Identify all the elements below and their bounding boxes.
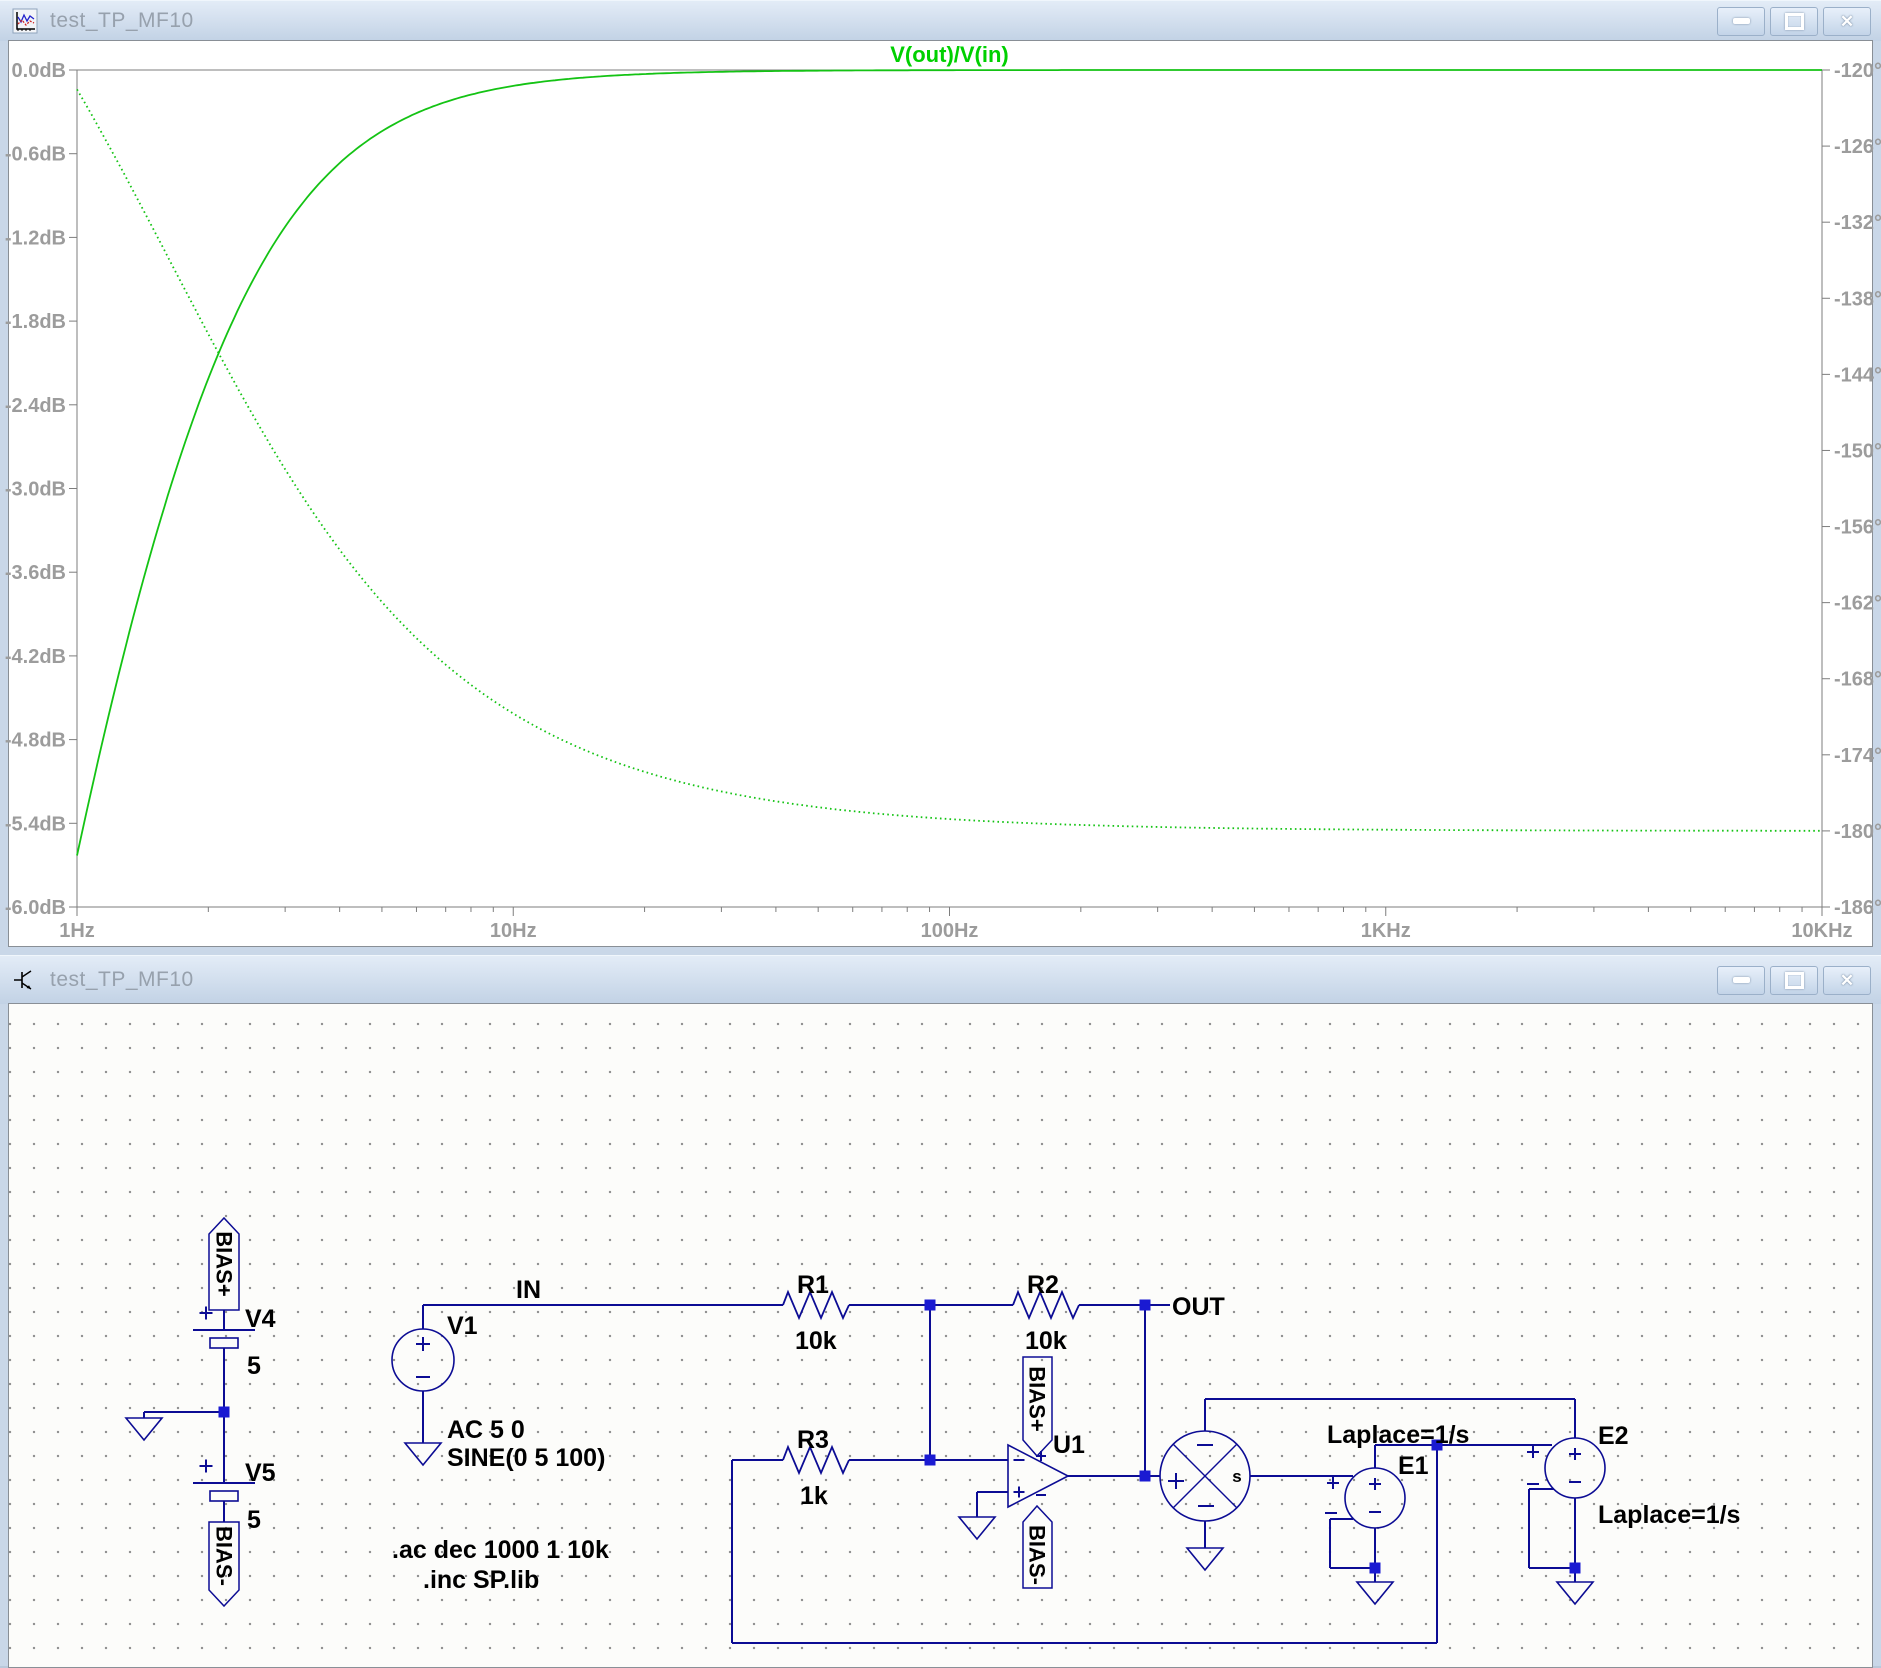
plot-pane[interactable]	[8, 40, 1873, 947]
close-button[interactable]: ✕	[1823, 965, 1871, 995]
schematic-window-title: test_TP_MF10	[50, 968, 194, 991]
close-button[interactable]: ✕	[1823, 6, 1871, 36]
close-icon: ✕	[1839, 11, 1855, 31]
minimize-button[interactable]	[1717, 965, 1765, 995]
schematic-window-titlebar[interactable]: test_TP_MF10 ✕	[0, 955, 1881, 1004]
restore-icon	[1784, 971, 1804, 989]
plot-window-controls: ✕	[1712, 6, 1871, 36]
schematic-canvas[interactable]	[8, 1003, 1873, 1668]
schematic-window-controls: ✕	[1712, 965, 1871, 995]
schematic-window: test_TP_MF10 ✕ BIAS+ V4 5 V5 5 BIAS- IN V1 AC 5 …	[0, 955, 1881, 1668]
minimize-icon	[1732, 977, 1750, 983]
restore-button[interactable]	[1770, 6, 1818, 36]
restore-button[interactable]	[1770, 965, 1818, 995]
plot-window-title: test_TP_MF10	[50, 9, 194, 32]
plot-window-titlebar[interactable]: test_TP_MF10 ✕	[0, 0, 1881, 41]
minimize-icon	[1732, 18, 1750, 24]
plot-window: test_TP_MF10 ✕ 0.0dB -0.6dB -1.2dB -1.8dB -2…	[0, 0, 1881, 956]
schematic-window-icon	[12, 967, 38, 993]
restore-icon	[1784, 12, 1804, 30]
minimize-button[interactable]	[1717, 6, 1765, 36]
waveform-window-icon	[12, 8, 38, 34]
close-icon: ✕	[1839, 970, 1855, 990]
